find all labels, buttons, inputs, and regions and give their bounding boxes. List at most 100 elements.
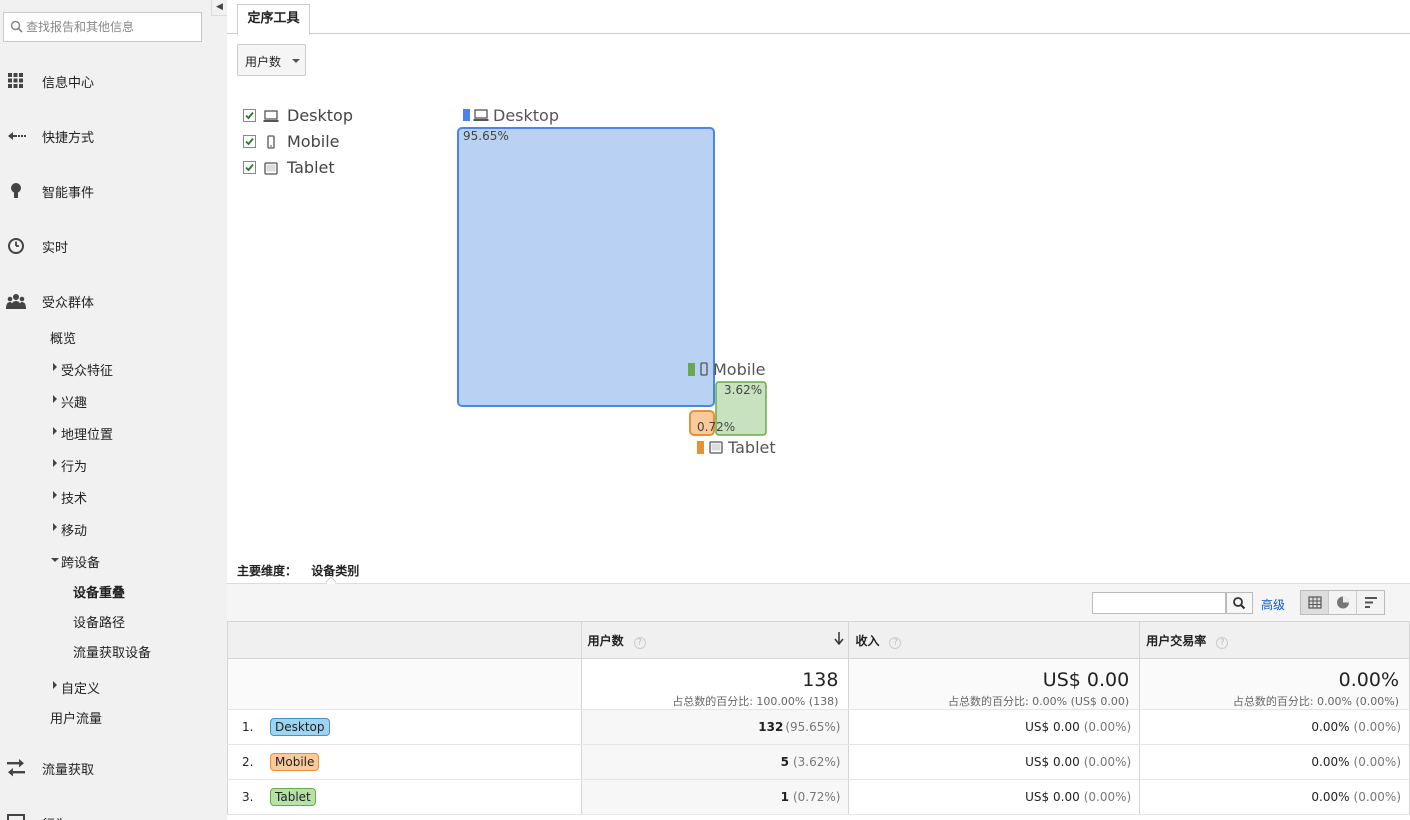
pie-view-button[interactable]	[1329, 591, 1357, 614]
nav-dashboard-label: 信息中心	[42, 76, 95, 91]
people-icon	[6, 294, 26, 309]
nav-dashboard[interactable]: 信息中心	[0, 66, 227, 96]
venn-tablet-color-marker	[697, 441, 704, 454]
totals-conversion: 0.00% 占总数的百分比: 0.00% (0.00%)	[1139, 658, 1410, 710]
row-users-value: 5	[780, 755, 789, 769]
device-pill-mobile[interactable]: Mobile	[270, 753, 320, 771]
data-table: 用户数? 收入? 用户交易率? 138 占总数的百分比: 100.00% (138…	[227, 621, 1410, 815]
row-conversion-pct: (0.00%)	[1353, 720, 1401, 734]
row-revenue: US$ 0.00 (0.00%)	[848, 744, 1141, 780]
nav-custom[interactable]: 自定义	[0, 676, 227, 698]
nav-realtime[interactable]: 实时	[0, 231, 227, 261]
venn-mobile-color-marker	[688, 363, 695, 376]
totals-revenue-value: US$ 0.00	[1042, 669, 1130, 691]
venn-desktop-pct: 95.65%	[463, 129, 509, 143]
row-number: 3.	[242, 790, 254, 804]
header-users[interactable]: 用户数?	[580, 621, 850, 659]
help-icon[interactable]: ?	[633, 636, 646, 649]
nav-geo-label: 地理位置	[61, 428, 114, 443]
table-filter-button[interactable]	[1226, 592, 1253, 614]
collapse-sidebar-icon[interactable]: ◀	[211, 0, 227, 16]
table-row: 2. Mobile 5 (3.62%) US$ 0.00 (0.00%) 0.00%(…	[227, 744, 1410, 780]
row-revenue: US$ 0.00 (0.00%)	[848, 779, 1141, 815]
expand-right-icon	[53, 395, 57, 403]
row-conversion: 0.00% (0.00%)	[1139, 744, 1410, 780]
table-row: 3. Tablet 1 (0.72%) US$ 0.00 (0.00%) 0.00%(…	[227, 779, 1410, 815]
row-users-value: 1	[780, 790, 789, 804]
main-content: 定序工具 用户数 Desktop Mobile Tablet Desktop 9…	[227, 0, 1410, 820]
primary-dimension-label: 主要维度：	[237, 564, 298, 578]
tab-sequencer[interactable]: 定序工具	[237, 4, 310, 35]
nav-device-overlap[interactable]: 设备重叠	[0, 580, 227, 602]
nav-behavior-label: 行为	[42, 814, 68, 820]
bar-view-button[interactable]	[1357, 591, 1385, 614]
advanced-filter-link[interactable]: 高级	[1261, 596, 1285, 613]
nav-technology[interactable]: 技术	[0, 486, 227, 508]
nav-audience-overview-label: 概览	[50, 332, 77, 347]
nav-behavior[interactable]: 行为	[0, 808, 227, 820]
nav-device-paths-label: 设备路径	[73, 616, 126, 631]
nav-acquisition-device[interactable]: 流量获取设备	[0, 640, 227, 662]
view-toggle-group	[1300, 590, 1385, 615]
row-users-pct: (3.62%)	[792, 755, 841, 769]
sort-desc-icon[interactable]	[834, 632, 845, 648]
nav-device-paths[interactable]: 设备路径	[0, 610, 227, 632]
header-users-label: 用户数	[587, 633, 624, 648]
row-users: 132 (95.65%)	[580, 709, 850, 745]
search-box[interactable]	[3, 12, 202, 42]
venn-desktop-box[interactable]	[457, 127, 715, 407]
help-icon[interactable]: ?	[889, 636, 902, 649]
totals-users: 138 占总数的百分比: 100.00% (138)	[580, 658, 850, 710]
table-filter-input[interactable]	[1092, 592, 1226, 614]
device-pill-desktop[interactable]: Desktop	[270, 718, 330, 736]
nav-cross-device[interactable]: 跨设备	[0, 550, 227, 572]
help-icon[interactable]: ?	[1216, 636, 1229, 649]
nav-interests[interactable]: 兴趣	[0, 390, 227, 412]
nav-mobile[interactable]: 移动	[0, 518, 227, 540]
nav-acquisition[interactable]: 流量获取	[0, 753, 227, 783]
nav-acquisition-label: 流量获取	[42, 763, 95, 778]
nav-geo[interactable]: 地理位置	[0, 422, 227, 444]
nav-device-overlap-label: 设备重叠	[73, 586, 126, 601]
nav-users-flow-label: 用户流量	[50, 712, 103, 727]
nav-demographics[interactable]: 受众特征	[0, 358, 227, 380]
row-conversion-pct: (0.00%)	[1353, 755, 1401, 769]
nav-shortcuts[interactable]: 快捷方式	[0, 121, 227, 151]
nav-audience-overview[interactable]: 概览	[0, 326, 227, 348]
nav-users-flow[interactable]: 用户流量	[0, 706, 227, 728]
acquisition-arrows-icon	[7, 759, 25, 777]
totals-row: 138 占总数的百分比: 100.00% (138) US$ 0.00 占总数的百分…	[227, 658, 1410, 710]
header-conversion[interactable]: 用户交易率?	[1139, 621, 1410, 659]
nav-intelligence[interactable]: 智能事件	[0, 176, 227, 206]
table-view-button[interactable]	[1301, 591, 1329, 614]
nav-shortcuts-label: 快捷方式	[42, 131, 95, 146]
search-icon	[1233, 597, 1246, 610]
nav-behavior-sub[interactable]: 行为	[0, 454, 227, 476]
venn-desktop-icon	[473, 109, 489, 121]
row-revenue-pct: (0.00%)	[1083, 790, 1132, 804]
totals-revenue: US$ 0.00 占总数的百分比: 0.00% (US$ 0.00)	[848, 658, 1141, 710]
row-users-pct: (95.65%)	[785, 720, 841, 734]
row-dimension: 1. Desktop	[227, 709, 582, 745]
pie-chart-icon	[1337, 596, 1349, 609]
search-input[interactable]	[26, 18, 196, 36]
row-revenue: US$ 0.00 (0.00%)	[848, 709, 1141, 745]
primary-dimension-value[interactable]: 设备类别	[311, 564, 359, 578]
row-conversion-pct: (0.00%)	[1353, 790, 1401, 804]
nav-audience[interactable]: 受众群体	[0, 286, 227, 316]
row-revenue-value: US$ 0.00	[1025, 790, 1080, 804]
expand-right-icon	[53, 681, 57, 689]
expand-right-icon	[53, 427, 57, 435]
primary-dimension-bar: 主要维度： 设备类别	[237, 562, 359, 579]
nav-mobile-label: 移动	[61, 524, 88, 539]
device-pill-tablet[interactable]: Tablet	[270, 788, 316, 806]
row-conversion: 0.00% (0.00%)	[1139, 779, 1410, 815]
row-revenue-value: US$ 0.00	[1025, 720, 1080, 734]
row-users: 5 (3.62%)	[580, 744, 850, 780]
behavior-icon	[7, 814, 25, 820]
metric-select[interactable]: 用户数	[237, 44, 306, 76]
device-overlap-venn: Desktop 95.65% Mobile 3.62% 0.72% Tablet	[457, 106, 776, 457]
header-revenue[interactable]: 收入?	[848, 621, 1141, 659]
row-dimension: 3. Tablet	[227, 779, 582, 815]
venn-desktop-color-marker	[463, 109, 470, 121]
